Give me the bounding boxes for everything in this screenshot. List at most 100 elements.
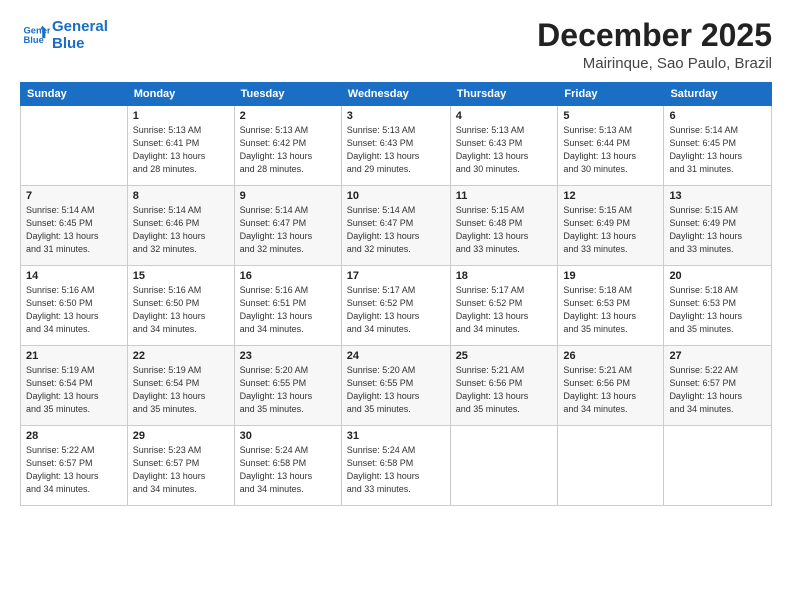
cell-info: Sunrise: 5:15 AMSunset: 6:49 PMDaylight:… bbox=[669, 204, 766, 256]
cell-info: Sunrise: 5:14 AMSunset: 6:45 PMDaylight:… bbox=[26, 204, 122, 256]
header-row: SundayMondayTuesdayWednesdayThursdayFrid… bbox=[21, 83, 772, 106]
calendar-cell: 18Sunrise: 5:17 AMSunset: 6:52 PMDayligh… bbox=[450, 266, 558, 346]
calendar-cell: 6Sunrise: 5:14 AMSunset: 6:45 PMDaylight… bbox=[664, 106, 772, 186]
title-block: December 2025 Mairinque, Sao Paulo, Braz… bbox=[537, 18, 772, 72]
day-number: 26 bbox=[563, 350, 658, 362]
week-row-3: 14Sunrise: 5:16 AMSunset: 6:50 PMDayligh… bbox=[21, 266, 772, 346]
calendar-cell: 10 Sunrise: 5:14 AMSunset: 6:47 PMDayligh… bbox=[341, 186, 450, 266]
calendar-cell: 26 Sunrise: 5:21 AMSunset: 6:56 PMDayligh… bbox=[558, 346, 664, 426]
day-number: 8 bbox=[133, 190, 229, 202]
day-number: 29 bbox=[133, 430, 229, 442]
day-number: 2 bbox=[240, 110, 336, 122]
logo: General Blue General Blue bbox=[20, 18, 108, 53]
cell-info: Sunrise: 5:13 AMSunset: 6:43 PMDaylight:… bbox=[456, 124, 553, 176]
cell-info: Sunrise: 5:14 AMSunset: 6:45 PMDaylight:… bbox=[669, 124, 766, 176]
day-number: 10 bbox=[347, 190, 445, 202]
month-title: December 2025 bbox=[537, 18, 772, 53]
col-header-thursday: Thursday bbox=[450, 83, 558, 106]
cell-info: Sunrise: 5:24 AMSunset: 6:58 PMDaylight:… bbox=[347, 444, 445, 496]
calendar-cell: 21 Sunrise: 5:19 AMSunset: 6:54 PMDayligh… bbox=[21, 346, 128, 426]
calendar-cell bbox=[450, 426, 558, 506]
calendar-cell: 5 Sunrise: 5:13 AMSunset: 6:44 PMDaylight… bbox=[558, 106, 664, 186]
col-header-saturday: Saturday bbox=[664, 83, 772, 106]
cell-info: Sunrise: 5:13 AMSunset: 6:41 PMDaylight:… bbox=[133, 124, 229, 176]
cell-info: Sunrise: 5:14 AMSunset: 6:46 PMDaylight:… bbox=[133, 204, 229, 256]
cell-info: Sunrise: 5:14 AMSunset: 6:47 PMDaylight:… bbox=[347, 204, 445, 256]
calendar-cell: 15Sunrise: 5:16 AMSunset: 6:50 PMDayligh… bbox=[127, 266, 234, 346]
day-number: 13 bbox=[669, 190, 766, 202]
calendar-cell: 27 Sunrise: 5:22 AMSunset: 6:57 PMDayligh… bbox=[664, 346, 772, 426]
week-row-4: 21 Sunrise: 5:19 AMSunset: 6:54 PMDayligh… bbox=[21, 346, 772, 426]
cell-info: Sunrise: 5:13 AMSunset: 6:43 PMDaylight:… bbox=[347, 124, 445, 176]
day-number: 28 bbox=[26, 430, 122, 442]
cell-info: Sunrise: 5:13 AMSunset: 6:44 PMDaylight:… bbox=[563, 124, 658, 176]
week-row-5: 28Sunrise: 5:22 AMSunset: 6:57 PMDayligh… bbox=[21, 426, 772, 506]
cell-info: Sunrise: 5:18 AMSunset: 6:53 PMDaylight:… bbox=[669, 284, 766, 336]
calendar-cell: 7 Sunrise: 5:14 AMSunset: 6:45 PMDaylight… bbox=[21, 186, 128, 266]
week-row-2: 7 Sunrise: 5:14 AMSunset: 6:45 PMDaylight… bbox=[21, 186, 772, 266]
calendar-cell: 12 Sunrise: 5:15 AMSunset: 6:49 PMDayligh… bbox=[558, 186, 664, 266]
calendar-cell: 25 Sunrise: 5:21 AMSunset: 6:56 PMDayligh… bbox=[450, 346, 558, 426]
day-number: 9 bbox=[240, 190, 336, 202]
calendar-cell: 23 Sunrise: 5:20 AMSunset: 6:55 PMDayligh… bbox=[234, 346, 341, 426]
day-number: 25 bbox=[456, 350, 553, 362]
day-number: 4 bbox=[456, 110, 553, 122]
calendar-cell: 17 Sunrise: 5:17 AMSunset: 6:52 PMDayligh… bbox=[341, 266, 450, 346]
calendar-cell: 29 Sunrise: 5:23 AMSunset: 6:57 PMDayligh… bbox=[127, 426, 234, 506]
calendar-table: SundayMondayTuesdayWednesdayThursdayFrid… bbox=[20, 82, 772, 506]
calendar-cell: 22Sunrise: 5:19 AMSunset: 6:54 PMDayligh… bbox=[127, 346, 234, 426]
calendar-cell: 2 Sunrise: 5:13 AMSunset: 6:42 PMDaylight… bbox=[234, 106, 341, 186]
cell-info: Sunrise: 5:23 AMSunset: 6:57 PMDaylight:… bbox=[133, 444, 229, 496]
cell-info: Sunrise: 5:17 AMSunset: 6:52 PMDaylight:… bbox=[347, 284, 445, 336]
cell-info: Sunrise: 5:16 AMSunset: 6:51 PMDaylight:… bbox=[240, 284, 336, 336]
day-number: 14 bbox=[26, 270, 122, 282]
day-number: 21 bbox=[26, 350, 122, 362]
calendar-cell bbox=[558, 426, 664, 506]
day-number: 18 bbox=[456, 270, 553, 282]
cell-info: Sunrise: 5:21 AMSunset: 6:56 PMDaylight:… bbox=[456, 364, 553, 416]
day-number: 11 bbox=[456, 190, 553, 202]
day-number: 7 bbox=[26, 190, 122, 202]
day-number: 24 bbox=[347, 350, 445, 362]
logo-line1: General bbox=[52, 18, 108, 35]
cell-info: Sunrise: 5:21 AMSunset: 6:56 PMDaylight:… bbox=[563, 364, 658, 416]
svg-text:Blue: Blue bbox=[24, 35, 44, 45]
cell-info: Sunrise: 5:18 AMSunset: 6:53 PMDaylight:… bbox=[563, 284, 658, 336]
col-header-wednesday: Wednesday bbox=[341, 83, 450, 106]
day-number: 31 bbox=[347, 430, 445, 442]
logo-icon: General Blue bbox=[22, 21, 50, 49]
cell-info: Sunrise: 5:24 AMSunset: 6:58 PMDaylight:… bbox=[240, 444, 336, 496]
calendar-cell: 4 Sunrise: 5:13 AMSunset: 6:43 PMDaylight… bbox=[450, 106, 558, 186]
day-number: 23 bbox=[240, 350, 336, 362]
calendar-cell bbox=[21, 106, 128, 186]
day-number: 30 bbox=[240, 430, 336, 442]
calendar-cell: 24 Sunrise: 5:20 AMSunset: 6:55 PMDayligh… bbox=[341, 346, 450, 426]
cell-info: Sunrise: 5:13 AMSunset: 6:42 PMDaylight:… bbox=[240, 124, 336, 176]
day-number: 5 bbox=[563, 110, 658, 122]
cell-info: Sunrise: 5:14 AMSunset: 6:47 PMDaylight:… bbox=[240, 204, 336, 256]
calendar-cell: 28Sunrise: 5:22 AMSunset: 6:57 PMDayligh… bbox=[21, 426, 128, 506]
calendar-cell: 16 Sunrise: 5:16 AMSunset: 6:51 PMDayligh… bbox=[234, 266, 341, 346]
day-number: 16 bbox=[240, 270, 336, 282]
day-number: 3 bbox=[347, 110, 445, 122]
svg-text:General: General bbox=[24, 26, 50, 36]
col-header-tuesday: Tuesday bbox=[234, 83, 341, 106]
day-number: 27 bbox=[669, 350, 766, 362]
calendar-cell: 20Sunrise: 5:18 AMSunset: 6:53 PMDayligh… bbox=[664, 266, 772, 346]
calendar-cell bbox=[664, 426, 772, 506]
cell-info: Sunrise: 5:19 AMSunset: 6:54 PMDaylight:… bbox=[26, 364, 122, 416]
cell-info: Sunrise: 5:15 AMSunset: 6:49 PMDaylight:… bbox=[563, 204, 658, 256]
calendar-cell: 19Sunrise: 5:18 AMSunset: 6:53 PMDayligh… bbox=[558, 266, 664, 346]
header: General Blue General Blue December 2025 … bbox=[20, 18, 772, 72]
cell-info: Sunrise: 5:20 AMSunset: 6:55 PMDaylight:… bbox=[347, 364, 445, 416]
calendar-cell: 13 Sunrise: 5:15 AMSunset: 6:49 PMDayligh… bbox=[664, 186, 772, 266]
day-number: 12 bbox=[563, 190, 658, 202]
cell-info: Sunrise: 5:15 AMSunset: 6:48 PMDaylight:… bbox=[456, 204, 553, 256]
day-number: 1 bbox=[133, 110, 229, 122]
calendar-cell: 11 Sunrise: 5:15 AMSunset: 6:48 PMDayligh… bbox=[450, 186, 558, 266]
page: General Blue General Blue December 2025 … bbox=[0, 0, 792, 612]
calendar-cell: 9 Sunrise: 5:14 AMSunset: 6:47 PMDaylight… bbox=[234, 186, 341, 266]
cell-info: Sunrise: 5:20 AMSunset: 6:55 PMDaylight:… bbox=[240, 364, 336, 416]
day-number: 17 bbox=[347, 270, 445, 282]
cell-info: Sunrise: 5:22 AMSunset: 6:57 PMDaylight:… bbox=[669, 364, 766, 416]
